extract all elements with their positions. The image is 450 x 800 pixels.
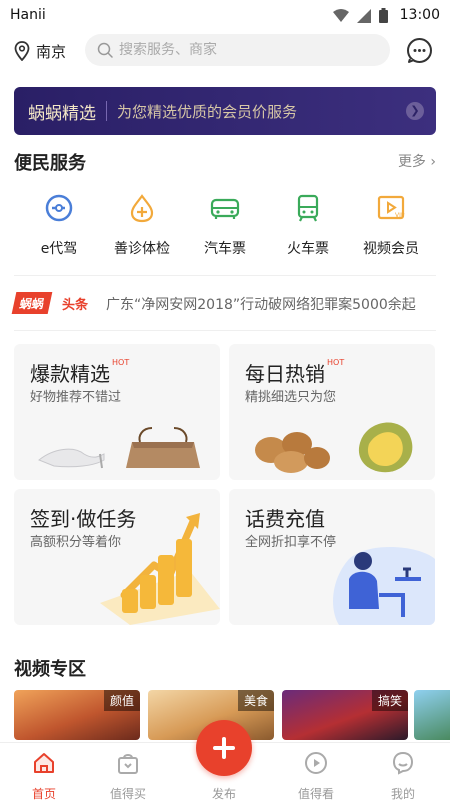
svg-text:VIP: VIP bbox=[395, 212, 405, 219]
coins-illustration bbox=[100, 513, 220, 625]
service-bus-ticket[interactable]: 汽车票 bbox=[180, 192, 270, 258]
train-ticket-icon bbox=[297, 194, 319, 222]
tab-label: 值得看 bbox=[297, 787, 334, 800]
hot-badge: HOT bbox=[112, 358, 130, 367]
banner-brand: 蜗蜗精选 bbox=[28, 103, 96, 124]
section-divider bbox=[14, 330, 436, 331]
card-checkin-tasks[interactable]: 签到·做任务 高额积分等着你 bbox=[14, 489, 220, 625]
card-title: 每日热销 bbox=[245, 362, 325, 386]
card-subtitle: 好物推荐不错过 bbox=[30, 390, 122, 405]
search-input[interactable] bbox=[119, 42, 369, 58]
signal-icon bbox=[357, 8, 371, 23]
service-e-driver[interactable]: e代驾 bbox=[14, 192, 104, 258]
city-label: 南京 bbox=[36, 42, 67, 61]
video-thumb[interactable]: 搞笑 bbox=[282, 690, 408, 740]
tab-label: 首页 bbox=[31, 787, 56, 800]
publish-button[interactable] bbox=[196, 720, 252, 776]
app-screen: Hanii 13:00 南京 蜗蜗精选 为您精选优质的会员价服务 bbox=[0, 0, 450, 800]
product-image bbox=[255, 422, 413, 473]
profile-icon bbox=[392, 751, 414, 775]
tab-worth-buying[interactable]: 值得买 bbox=[93, 751, 163, 800]
hot-badge: HOT bbox=[327, 358, 345, 367]
search-icon bbox=[97, 42, 113, 58]
tab-label: 值得买 bbox=[109, 787, 146, 800]
plus-icon bbox=[222, 737, 226, 759]
news-badge-headline: 头条 bbox=[62, 298, 89, 313]
membership-banner[interactable]: 蜗蜗精选 为您精选优质的会员价服务 ❯ bbox=[14, 87, 436, 135]
health-check-icon bbox=[130, 194, 154, 223]
status-bar: Hanii 13:00 bbox=[0, 0, 450, 32]
tab-home[interactable]: 首页 bbox=[9, 751, 79, 800]
chevron-right-icon: ❯ bbox=[406, 102, 424, 120]
card-phone-recharge[interactable]: 话费充值 全网折扣享不停 bbox=[229, 489, 435, 625]
service-train-ticket[interactable]: 火车票 bbox=[263, 192, 353, 258]
section-divider bbox=[14, 275, 436, 276]
video-tag: 美食 bbox=[237, 690, 274, 711]
service-label: 汽车票 bbox=[204, 241, 246, 257]
wifi-icon bbox=[333, 8, 349, 22]
chevron-right-icon: › bbox=[425, 154, 436, 170]
clock: 13:00 bbox=[399, 7, 440, 23]
message-icon[interactable] bbox=[406, 37, 433, 64]
tab-worth-watching[interactable]: 值得看 bbox=[281, 751, 351, 800]
banner-divider bbox=[106, 101, 107, 121]
tab-profile[interactable]: 我的 bbox=[368, 751, 438, 800]
card-title: 爆款精选 bbox=[30, 362, 110, 386]
video-tag: 搞笑 bbox=[371, 690, 408, 711]
video-tag: 颜值 bbox=[103, 690, 140, 711]
bus-ticket-icon bbox=[210, 198, 240, 219]
more-label: 更多 bbox=[397, 154, 426, 170]
video-section-title: 视频专区 bbox=[14, 659, 86, 680]
service-label: 火车票 bbox=[287, 241, 329, 257]
tab-publish[interactable]: 发布 bbox=[189, 779, 259, 800]
news-headline[interactable]: 广东“净网安网2018”行动破网络犯罪案5000余起 bbox=[106, 294, 436, 314]
location-pin-icon bbox=[14, 41, 30, 61]
tab-label: 发布 bbox=[211, 787, 236, 800]
service-health-check[interactable]: 善诊体检 bbox=[97, 192, 187, 258]
card-hot-picks[interactable]: 爆款精选 HOT 好物推荐不错过 bbox=[14, 344, 220, 480]
home-icon bbox=[34, 753, 54, 773]
service-video-vip[interactable]: VIP 视频会员 bbox=[346, 192, 436, 258]
battery-icon bbox=[379, 8, 388, 23]
service-label: 视频会员 bbox=[363, 241, 419, 257]
carrier-name: Hanii bbox=[10, 7, 46, 23]
tab-label: 我的 bbox=[390, 787, 415, 800]
service-label: 善诊体检 bbox=[114, 241, 170, 257]
search-bar[interactable] bbox=[85, 34, 390, 66]
service-label: e代驾 bbox=[40, 241, 78, 257]
card-subtitle: 精挑细选只为您 bbox=[245, 390, 337, 405]
e-driver-icon bbox=[45, 194, 73, 222]
shopping-bag-icon bbox=[118, 754, 138, 774]
video-thumb[interactable] bbox=[414, 690, 450, 740]
video-vip-icon: VIP bbox=[377, 195, 405, 220]
services-title: 便民服务 bbox=[14, 153, 86, 174]
video-thumb[interactable]: 颜值 bbox=[14, 690, 140, 740]
banner-slogan: 为您精选优质的会员价服务 bbox=[117, 102, 298, 121]
news-badge-brand: 蜗蜗 bbox=[11, 292, 53, 314]
card-daily-hot[interactable]: 每日热销 HOT 精挑细选只为您 bbox=[229, 344, 435, 480]
card-title: 话费充值 bbox=[245, 507, 325, 531]
recharge-illustration bbox=[333, 546, 435, 625]
news-badge: 蜗蜗 头条 bbox=[11, 292, 94, 314]
status-icons bbox=[333, 8, 388, 23]
play-circle-icon bbox=[305, 752, 327, 774]
product-image bbox=[38, 427, 200, 469]
services-more-link[interactable]: 更多 › bbox=[398, 151, 436, 171]
location-selector[interactable]: 南京 bbox=[14, 40, 66, 62]
